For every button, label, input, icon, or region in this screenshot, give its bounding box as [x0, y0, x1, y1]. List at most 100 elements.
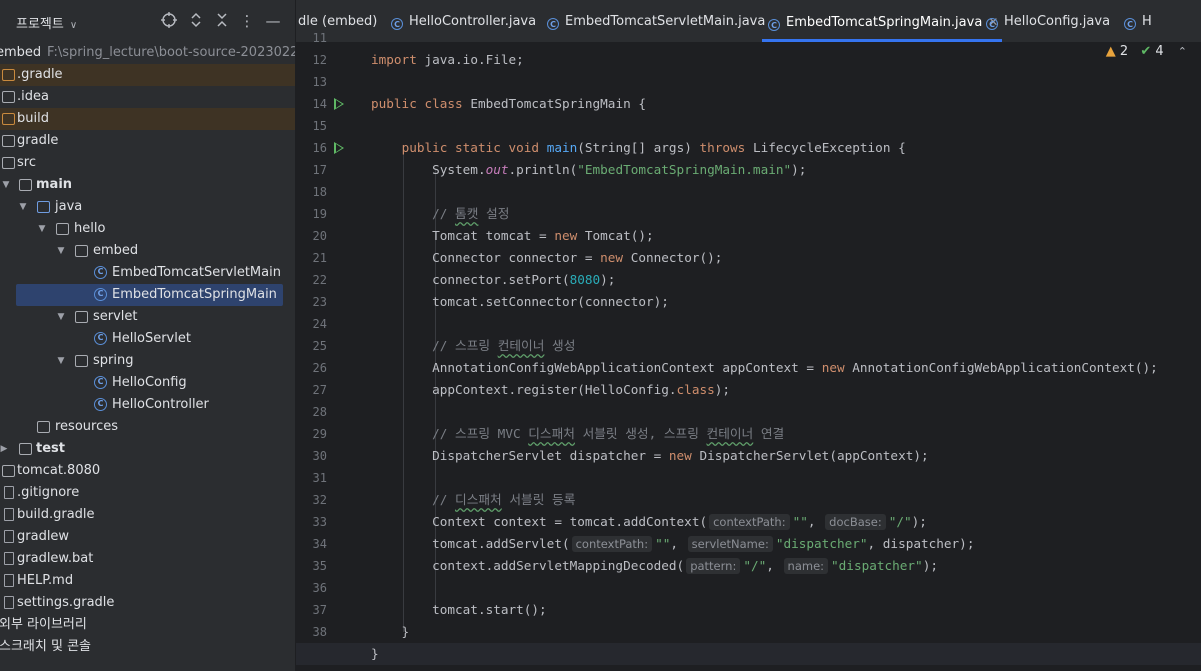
line-number: 32 [312, 493, 327, 507]
tree-item-gitignore[interactable]: .gitignore [0, 482, 296, 504]
tree-item-build-gradle[interactable]: build.gradle [0, 504, 296, 526]
line-number: 13 [312, 75, 327, 89]
folder-icon [19, 443, 32, 455]
line-number: 29 [312, 427, 327, 441]
folder-icon [2, 465, 15, 477]
project-root-row[interactable]: embed F:\spring_lecture\boot-source-2023… [0, 42, 296, 64]
tab-embed-tomcat-servlet-main[interactable]: C EmbedTomcatServletMain.java [547, 0, 765, 42]
tree-item-label: HELP.md [17, 573, 74, 588]
tree-item-tomcat-8080[interactable]: tomcat.8080 [0, 460, 296, 482]
tree-item-test[interactable]: ▶ test [0, 438, 296, 460]
tree-item-label: tomcat.8080 [17, 463, 101, 478]
collapse-all-icon[interactable] [213, 12, 231, 30]
line-number: 20 [312, 229, 327, 243]
tab-label: H [1142, 14, 1152, 29]
tree-item-servlet[interactable]: ▼ servlet [0, 306, 296, 328]
tree-item-label: build.gradle [17, 507, 95, 522]
line-number: 35 [312, 559, 327, 573]
tree-item-scratches[interactable]: 스크래치 및 콘솔 [0, 636, 296, 658]
code-line: } [371, 646, 379, 661]
gradle-file-icon [4, 508, 14, 521]
folder-icon [19, 179, 32, 191]
inspection-widget[interactable]: ▲ 2 ✔ 4 ⌃ [1106, 44, 1187, 62]
chevron-down-icon[interactable]: ▼ [0, 174, 12, 196]
chevron-up-icon[interactable]: ⌃ [1178, 45, 1187, 58]
tab-label: HelloConfig.java [1004, 14, 1111, 29]
tree-item-idea[interactable]: .idea [0, 86, 296, 108]
tree-item-settings-gradle[interactable]: settings.gradle [0, 592, 296, 614]
chevron-right-icon[interactable]: ▶ [0, 438, 10, 460]
code-line: AnnotationConfigWebApplicationContext ap… [371, 360, 1158, 375]
tree-item-external-libraries[interactable]: 외부 라이브러리 [0, 614, 296, 636]
tree-item-label: HelloConfig [112, 375, 187, 390]
tree-item-gradle[interactable]: gradle [0, 130, 296, 152]
file-icon [4, 486, 14, 499]
chevron-down-icon[interactable]: ▼ [55, 306, 67, 328]
current-line-highlight [296, 643, 1201, 665]
line-number: 28 [312, 405, 327, 419]
project-root-name: embed [0, 45, 42, 60]
tree-item-java[interactable]: ▼ java [0, 196, 296, 218]
line-number: 21 [312, 251, 327, 265]
tree-item-embed[interactable]: ▼ embed [0, 240, 296, 262]
code-area[interactable]: import java.io.File; public class EmbedT… [296, 42, 1201, 671]
expand-all-icon[interactable] [187, 12, 205, 30]
class-icon: C [94, 376, 107, 389]
chevron-down-icon[interactable]: ▼ [17, 196, 29, 218]
class-icon: C [94, 332, 107, 345]
tree-item-build[interactable]: build [0, 108, 296, 130]
line-number: 30 [312, 449, 327, 463]
parameter-hint: name: [783, 558, 829, 574]
tab-embed-tomcat-spring-main[interactable]: C EmbedTomcatSpringMain.java ✕ [762, 0, 1003, 42]
run-icon[interactable] [334, 98, 344, 110]
chevron-down-icon[interactable]: ▼ [55, 350, 67, 372]
tree-item-gradlew[interactable]: gradlew [0, 526, 296, 548]
tree-item-label: gradlew.bat [17, 551, 94, 566]
file-icon [4, 530, 14, 543]
line-number: 31 [312, 471, 327, 485]
tree-item-label: EmbedTomcatSpringMain [112, 287, 277, 302]
tree-item-hello-controller[interactable]: C HelloController [0, 394, 296, 416]
tree-item-help-md[interactable]: HELP.md [0, 570, 296, 592]
tree-item-gradle-dir[interactable]: .gradle [0, 64, 296, 86]
editor-gutter: 11 12 13 14 15 16 17 18 19 20 21 22 23 24 25 26 27 28 29 30… [296, 31, 366, 671]
tab-hello-controller[interactable]: C HelloController.java [391, 0, 536, 42]
folder-icon [2, 113, 15, 125]
tree-item-embed-tomcat-spring-main[interactable]: C EmbedTomcatSpringMain [0, 284, 296, 306]
options-icon[interactable]: ⋮ [238, 12, 256, 30]
tree-item-src[interactable]: src [0, 152, 296, 174]
project-panel: 프로젝트 ∨ ⋮ — embed F:\spring_lecture\boot-s… [0, 0, 296, 671]
chevron-down-icon[interactable]: ▼ [55, 240, 67, 262]
parameter-hint: contextPath: [571, 536, 653, 552]
code-line: // 톰캣 설정 [432, 206, 510, 221]
package-icon [75, 245, 88, 257]
tree-item-hello-servlet[interactable]: C HelloServlet [0, 328, 296, 350]
tree-item-label: gradlew [17, 529, 70, 544]
tree-item-hello-config[interactable]: C HelloConfig [0, 372, 296, 394]
line-number: 16 [312, 141, 327, 155]
project-tree: .gradle .idea build gradle src ▼ main ▼ … [0, 64, 296, 658]
tree-item-label: HelloController [112, 397, 209, 412]
hide-panel-icon[interactable]: — [264, 12, 282, 30]
tab-label: HelloController.java [409, 14, 537, 29]
project-view-selector[interactable]: 프로젝트 ∨ [16, 13, 77, 32]
locate-icon[interactable] [160, 12, 178, 30]
chevron-down-icon[interactable]: ▼ [36, 218, 48, 240]
tab-label: EmbedTomcatSpringMain.java [786, 15, 983, 30]
code-editor[interactable]: 11 12 13 14 15 16 17 18 19 20 21 22 23 24 25 26 27 28 29 30… [296, 31, 1201, 671]
tab-hello-config[interactable]: C HelloConfig.java [986, 0, 1110, 42]
tree-item-hello[interactable]: ▼ hello [0, 218, 296, 240]
tree-item-embed-tomcat-servlet-main[interactable]: C EmbedTomcatServletMain [0, 262, 296, 284]
tab-hello-truncated[interactable]: CH [1124, 0, 1152, 42]
line-number: 12 [312, 53, 327, 67]
tree-item-gradlew-bat[interactable]: gradlew.bat [0, 548, 296, 570]
run-icon[interactable] [334, 142, 344, 154]
project-panel-title: 프로젝트 [16, 17, 64, 32]
line-number: 24 [312, 317, 327, 331]
tree-item-resources[interactable]: resources [0, 416, 296, 438]
tree-item-main[interactable]: ▼ main [0, 174, 296, 196]
tree-item-spring[interactable]: ▼ spring [0, 350, 296, 372]
package-icon [75, 311, 88, 323]
tree-item-label: gradle [17, 133, 59, 148]
code-line: } [371, 624, 410, 639]
